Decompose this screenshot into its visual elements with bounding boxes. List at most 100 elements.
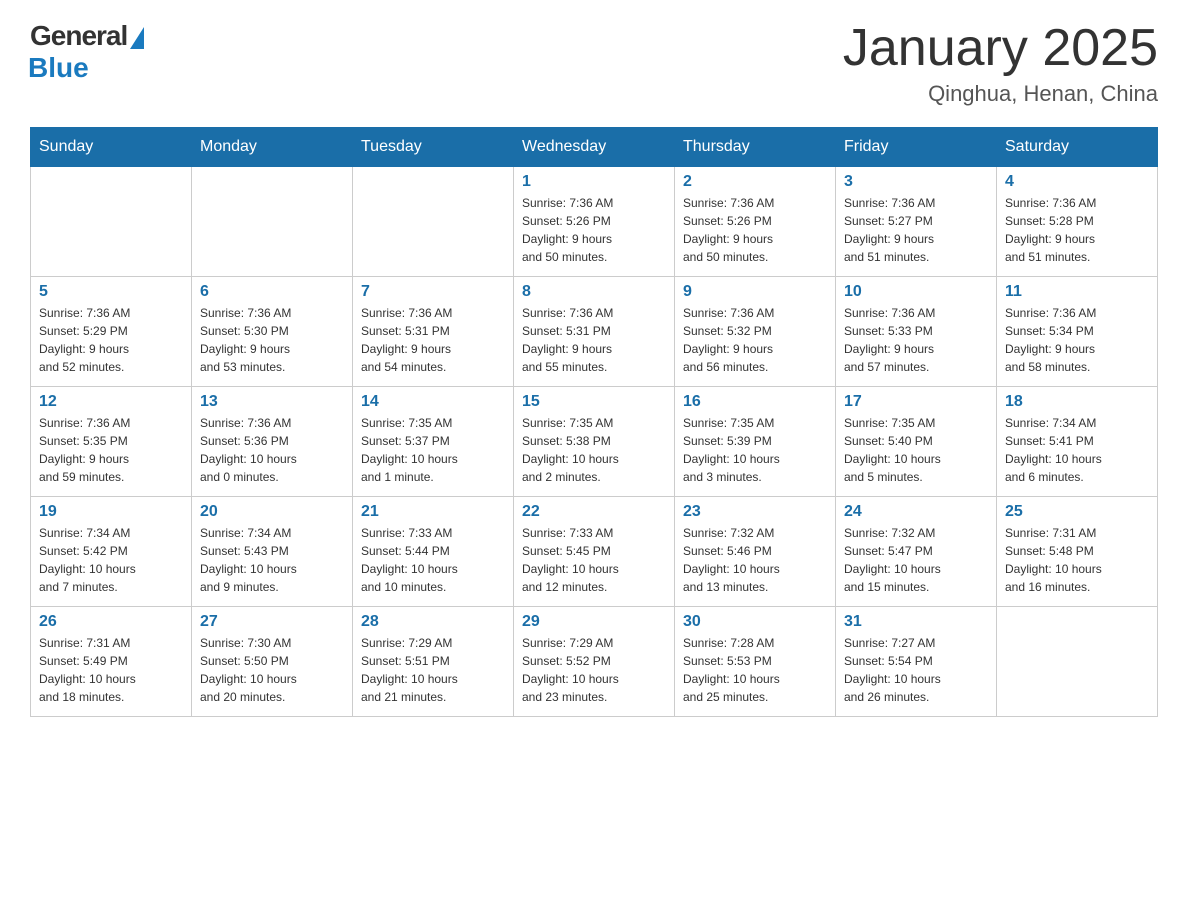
day-number: 7 bbox=[361, 283, 505, 301]
day-number: 22 bbox=[522, 503, 666, 521]
calendar-cell: 22 Sunrise: 7:33 AMSunset: 5:45 PMDayligh… bbox=[514, 497, 675, 607]
day-info: Sunrise: 7:32 AMSunset: 5:47 PMDaylight:… bbox=[844, 524, 988, 596]
day-number: 21 bbox=[361, 503, 505, 521]
calendar-week-row: 26Sunrise: 7:31 AMSunset: 5:49 PMDayligh… bbox=[31, 607, 1158, 717]
day-number: 9 bbox=[683, 283, 827, 301]
calendar-cell: 17Sunrise: 7:35 AMSunset: 5:40 PMDayligh… bbox=[836, 387, 997, 497]
calendar-week-row: 12Sunrise: 7:36 AMSunset: 5:35 PMDayligh… bbox=[31, 387, 1158, 497]
calendar-cell: 14Sunrise: 7:35 AMSunset: 5:37 PMDayligh… bbox=[353, 387, 514, 497]
day-number: 16 bbox=[683, 393, 827, 411]
calendar-cell: 10Sunrise: 7:36 AMSunset: 5:33 PMDayligh… bbox=[836, 277, 997, 387]
day-info: Sunrise: 7:35 AMSunset: 5:39 PMDaylight:… bbox=[683, 414, 827, 486]
calendar-cell: 20 Sunrise: 7:34 AMSunset: 5:43 PMDayligh… bbox=[192, 497, 353, 607]
day-info: Sunrise: 7:34 AMSunset: 5:42 PMDaylight:… bbox=[39, 524, 183, 596]
column-header-tuesday: Tuesday bbox=[353, 128, 514, 167]
day-info: Sunrise: 7:30 AMSunset: 5:50 PMDaylight:… bbox=[200, 634, 344, 706]
column-header-wednesday: Wednesday bbox=[514, 128, 675, 167]
calendar-week-row: 1 Sunrise: 7:36 AMSunset: 5:26 PMDaylight… bbox=[31, 167, 1158, 277]
logo-general-text: General bbox=[30, 20, 127, 52]
logo-triangle-icon bbox=[130, 27, 144, 49]
day-number: 6 bbox=[200, 283, 344, 301]
day-number: 18 bbox=[1005, 393, 1149, 411]
calendar-cell: 28 Sunrise: 7:29 AMSunset: 5:51 PMDayligh… bbox=[353, 607, 514, 717]
day-info: Sunrise: 7:36 AMSunset: 5:26 PMDaylight:… bbox=[683, 194, 827, 266]
day-info: Sunrise: 7:36 AMSunset: 5:30 PMDaylight:… bbox=[200, 304, 344, 376]
calendar-cell: 26Sunrise: 7:31 AMSunset: 5:49 PMDayligh… bbox=[31, 607, 192, 717]
day-number: 1 bbox=[522, 173, 666, 191]
column-header-sunday: Sunday bbox=[31, 128, 192, 167]
column-header-saturday: Saturday bbox=[997, 128, 1158, 167]
day-info: Sunrise: 7:36 AMSunset: 5:29 PMDaylight:… bbox=[39, 304, 183, 376]
page-header: General Blue January 2025 Qinghua, Henan… bbox=[30, 20, 1158, 107]
day-info: Sunrise: 7:33 AMSunset: 5:44 PMDaylight:… bbox=[361, 524, 505, 596]
column-header-thursday: Thursday bbox=[675, 128, 836, 167]
calendar-cell: 6 Sunrise: 7:36 AMSunset: 5:30 PMDaylight… bbox=[192, 277, 353, 387]
calendar-cell: 31 Sunrise: 7:27 AMSunset: 5:54 PMDayligh… bbox=[836, 607, 997, 717]
day-number: 24 bbox=[844, 503, 988, 521]
day-number: 25 bbox=[1005, 503, 1149, 521]
calendar-table: SundayMondayTuesdayWednesdayThursdayFrid… bbox=[30, 127, 1158, 717]
day-number: 5 bbox=[39, 283, 183, 301]
day-info: Sunrise: 7:29 AMSunset: 5:52 PMDaylight:… bbox=[522, 634, 666, 706]
calendar-cell: 5 Sunrise: 7:36 AMSunset: 5:29 PMDaylight… bbox=[31, 277, 192, 387]
day-info: Sunrise: 7:36 AMSunset: 5:34 PMDaylight:… bbox=[1005, 304, 1149, 376]
calendar-week-row: 5 Sunrise: 7:36 AMSunset: 5:29 PMDaylight… bbox=[31, 277, 1158, 387]
day-number: 19 bbox=[39, 503, 183, 521]
calendar-cell: 23Sunrise: 7:32 AMSunset: 5:46 PMDayligh… bbox=[675, 497, 836, 607]
day-info: Sunrise: 7:36 AMSunset: 5:31 PMDaylight:… bbox=[522, 304, 666, 376]
calendar-cell: 27 Sunrise: 7:30 AMSunset: 5:50 PMDayligh… bbox=[192, 607, 353, 717]
calendar-cell: 4 Sunrise: 7:36 AMSunset: 5:28 PMDaylight… bbox=[997, 167, 1158, 277]
day-info: Sunrise: 7:36 AMSunset: 5:28 PMDaylight:… bbox=[1005, 194, 1149, 266]
day-info: Sunrise: 7:36 AMSunset: 5:32 PMDaylight:… bbox=[683, 304, 827, 376]
day-info: Sunrise: 7:36 AMSunset: 5:26 PMDaylight:… bbox=[522, 194, 666, 266]
title-section: January 2025 Qinghua, Henan, China bbox=[843, 20, 1158, 107]
day-info: Sunrise: 7:29 AMSunset: 5:51 PMDaylight:… bbox=[361, 634, 505, 706]
calendar-cell: 3 Sunrise: 7:36 AMSunset: 5:27 PMDaylight… bbox=[836, 167, 997, 277]
day-info: Sunrise: 7:36 AMSunset: 5:27 PMDaylight:… bbox=[844, 194, 988, 266]
calendar-cell: 25 Sunrise: 7:31 AMSunset: 5:48 PMDayligh… bbox=[997, 497, 1158, 607]
day-info: Sunrise: 7:27 AMSunset: 5:54 PMDaylight:… bbox=[844, 634, 988, 706]
day-info: Sunrise: 7:36 AMSunset: 5:31 PMDaylight:… bbox=[361, 304, 505, 376]
calendar-cell bbox=[31, 167, 192, 277]
calendar-cell: 29 Sunrise: 7:29 AMSunset: 5:52 PMDayligh… bbox=[514, 607, 675, 717]
day-number: 2 bbox=[683, 173, 827, 191]
calendar-cell: 19 Sunrise: 7:34 AMSunset: 5:42 PMDayligh… bbox=[31, 497, 192, 607]
column-header-friday: Friday bbox=[836, 128, 997, 167]
calendar-cell: 12Sunrise: 7:36 AMSunset: 5:35 PMDayligh… bbox=[31, 387, 192, 497]
day-number: 30 bbox=[683, 613, 827, 631]
day-number: 20 bbox=[200, 503, 344, 521]
day-info: Sunrise: 7:28 AMSunset: 5:53 PMDaylight:… bbox=[683, 634, 827, 706]
calendar-cell: 7 Sunrise: 7:36 AMSunset: 5:31 PMDaylight… bbox=[353, 277, 514, 387]
day-number: 13 bbox=[200, 393, 344, 411]
day-number: 28 bbox=[361, 613, 505, 631]
day-info: Sunrise: 7:34 AMSunset: 5:43 PMDaylight:… bbox=[200, 524, 344, 596]
calendar-cell: 21 Sunrise: 7:33 AMSunset: 5:44 PMDayligh… bbox=[353, 497, 514, 607]
day-info: Sunrise: 7:36 AMSunset: 5:36 PMDaylight:… bbox=[200, 414, 344, 486]
calendar-cell: 11Sunrise: 7:36 AMSunset: 5:34 PMDayligh… bbox=[997, 277, 1158, 387]
day-number: 31 bbox=[844, 613, 988, 631]
day-number: 27 bbox=[200, 613, 344, 631]
day-number: 3 bbox=[844, 173, 988, 191]
calendar-cell: 8Sunrise: 7:36 AMSunset: 5:31 PMDaylight… bbox=[514, 277, 675, 387]
day-number: 29 bbox=[522, 613, 666, 631]
day-number: 26 bbox=[39, 613, 183, 631]
calendar-cell bbox=[353, 167, 514, 277]
calendar-cell: 30 Sunrise: 7:28 AMSunset: 5:53 PMDayligh… bbox=[675, 607, 836, 717]
calendar-cell: 13 Sunrise: 7:36 AMSunset: 5:36 PMDayligh… bbox=[192, 387, 353, 497]
calendar-cell bbox=[192, 167, 353, 277]
day-info: Sunrise: 7:34 AMSunset: 5:41 PMDaylight:… bbox=[1005, 414, 1149, 486]
logo: General Blue bbox=[30, 20, 144, 84]
column-header-monday: Monday bbox=[192, 128, 353, 167]
day-info: Sunrise: 7:35 AMSunset: 5:38 PMDaylight:… bbox=[522, 414, 666, 486]
day-number: 4 bbox=[1005, 173, 1149, 191]
day-number: 12 bbox=[39, 393, 183, 411]
day-number: 17 bbox=[844, 393, 988, 411]
day-info: Sunrise: 7:32 AMSunset: 5:46 PMDaylight:… bbox=[683, 524, 827, 596]
calendar-cell: 16 Sunrise: 7:35 AMSunset: 5:39 PMDayligh… bbox=[675, 387, 836, 497]
calendar-cell: 2 Sunrise: 7:36 AMSunset: 5:26 PMDaylight… bbox=[675, 167, 836, 277]
day-info: Sunrise: 7:35 AMSunset: 5:37 PMDaylight:… bbox=[361, 414, 505, 486]
day-info: Sunrise: 7:31 AMSunset: 5:48 PMDaylight:… bbox=[1005, 524, 1149, 596]
month-title: January 2025 bbox=[843, 20, 1158, 77]
day-info: Sunrise: 7:36 AMSunset: 5:33 PMDaylight:… bbox=[844, 304, 988, 376]
day-info: Sunrise: 7:33 AMSunset: 5:45 PMDaylight:… bbox=[522, 524, 666, 596]
